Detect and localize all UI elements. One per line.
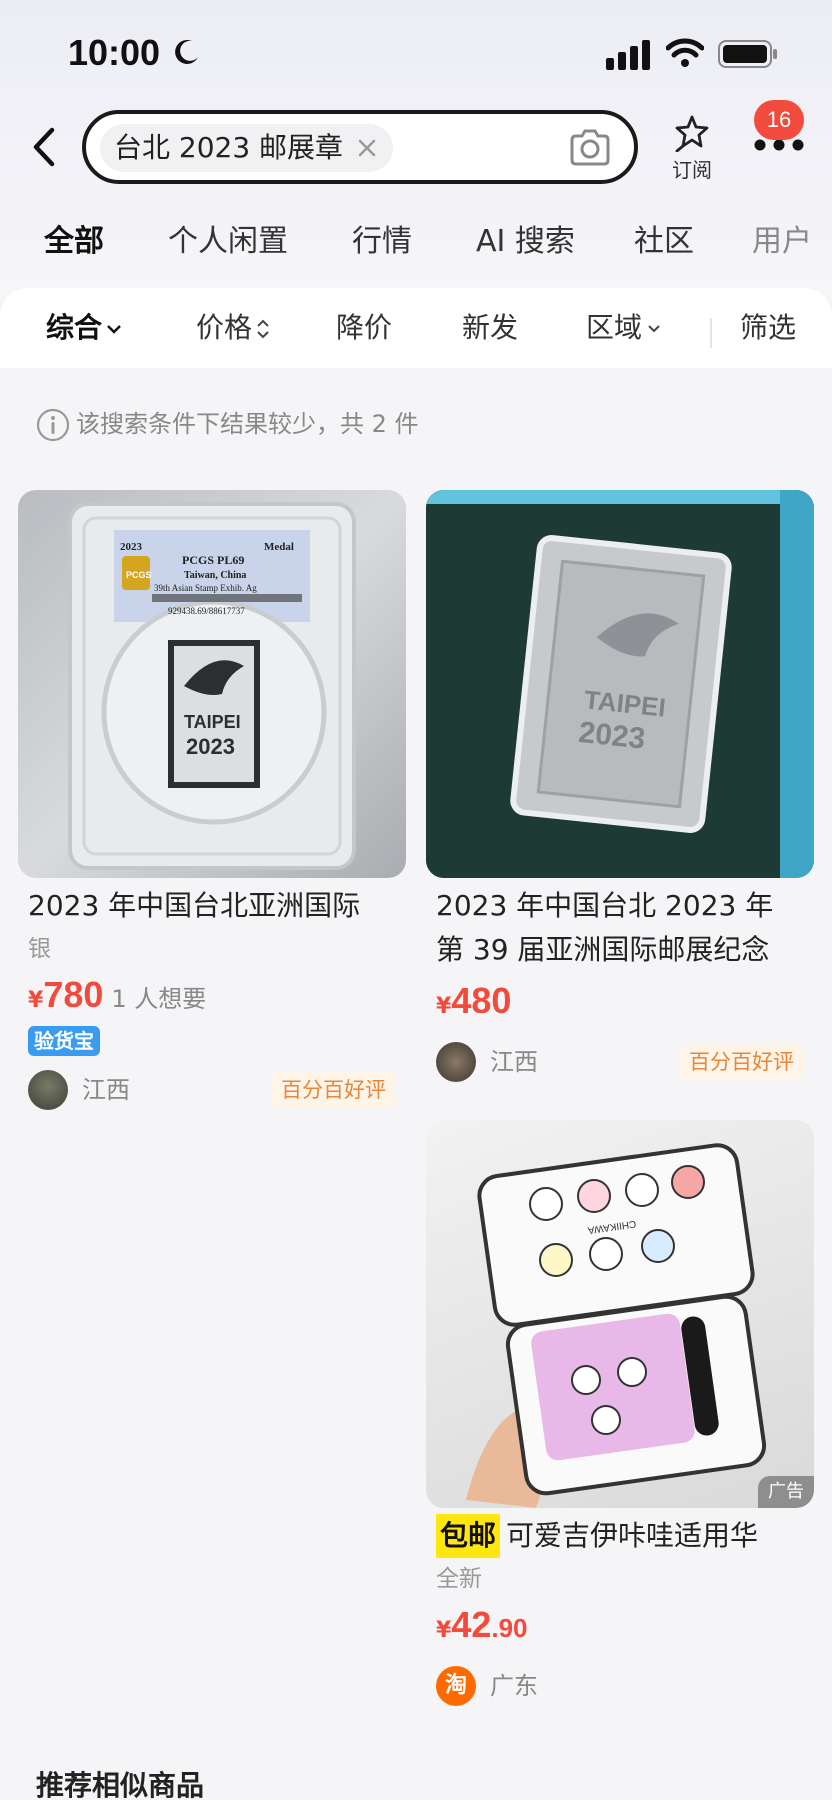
chevron-down-icon bbox=[648, 325, 660, 333]
graded-slab-image: 2023 Medal PCGS PL69 Taiwan, China 39th … bbox=[68, 502, 356, 870]
sort-price-drop[interactable]: 降价 bbox=[336, 306, 392, 350]
product-image[interactable]: TAIPEI 2023 bbox=[426, 490, 814, 878]
similar-products-heading: 推荐相似商品 bbox=[36, 1769, 205, 1800]
tab-users[interactable]: 用户 bbox=[752, 214, 812, 270]
sort-bar: 综合 价格 降价 新发 区域 筛选 bbox=[0, 288, 832, 368]
moon-icon bbox=[175, 39, 198, 64]
sort-region[interactable]: 区域 bbox=[586, 306, 662, 350]
price-currency: ¥ bbox=[436, 994, 452, 1019]
product-card-ad[interactable]: CHIIKAWA 广告 包邮 可爱吉伊咔哇适用华 全新 ¥42.90 淘 广东 bbox=[426, 1120, 814, 1712]
seller-row[interactable]: 淘 广东 bbox=[436, 1662, 804, 1712]
search-query-text: 台北 2023 邮展章 bbox=[114, 131, 344, 164]
slab-kind: Medal bbox=[264, 541, 294, 553]
sort-price[interactable]: 价格 bbox=[196, 306, 270, 350]
product-title[interactable]: 包邮 可爱吉伊咔哇适用华 bbox=[436, 1514, 804, 1558]
rating-badge: 百分百好评 bbox=[271, 1072, 396, 1108]
free-shipping-badge: 包邮 bbox=[436, 1514, 501, 1558]
price-value: 480 bbox=[451, 980, 512, 1021]
product-image[interactable]: CHIIKAWA 广告 bbox=[426, 1120, 814, 1508]
pin-star-icon bbox=[675, 115, 709, 152]
price-row: ¥780 1 人想要 bbox=[28, 974, 396, 1022]
tab-personal-idle[interactable]: 个人闲置 bbox=[168, 214, 288, 270]
price-row: ¥42.90 bbox=[436, 1604, 804, 1652]
tab-all[interactable]: 全部 bbox=[44, 214, 104, 270]
tab-community[interactable]: 社区 bbox=[634, 214, 694, 270]
subscribe-button[interactable]: 订阅 bbox=[664, 114, 720, 184]
taobao-shop-icon: 淘 bbox=[436, 1666, 476, 1706]
notice-text: 该搜索条件下结果较少，共 2 件 bbox=[76, 410, 419, 438]
info-icon bbox=[36, 408, 70, 442]
price-row: ¥480 bbox=[436, 980, 804, 1028]
seller-row[interactable]: 江西 百分百好评 bbox=[436, 1038, 804, 1088]
ad-badge: 广告 bbox=[758, 1476, 814, 1508]
product-title[interactable]: 2023 年中国台北 2023 年 bbox=[436, 884, 804, 928]
seller-region: 江西 bbox=[82, 1076, 130, 1104]
slab-country: Taiwan, China bbox=[184, 570, 246, 581]
subscribe-label: 订阅 bbox=[672, 158, 712, 182]
verify-badge: 验货宝 bbox=[28, 1026, 100, 1056]
seller-region: 广东 bbox=[490, 1672, 538, 1700]
medal-year: 2023 bbox=[186, 734, 235, 759]
battery-icon bbox=[718, 40, 777, 68]
medal-year: 2023 bbox=[577, 716, 647, 756]
product-subtitle: 银 bbox=[28, 936, 51, 962]
slab-desc: 39th Asian Stamp Exhib. Ag bbox=[154, 583, 257, 593]
avatar[interactable] bbox=[436, 1042, 476, 1082]
product-card[interactable]: TAIPEI 2023 2023 年中国台北 2023 年 第 39 届亚洲国际… bbox=[426, 490, 814, 1088]
medal-box-image: TAIPEI 2023 bbox=[426, 490, 814, 878]
sort-updown-icon bbox=[257, 319, 269, 339]
tab-market[interactable]: 行情 bbox=[352, 214, 412, 270]
wants-count: 1 人想要 bbox=[111, 985, 207, 1013]
price-currency: ¥ bbox=[28, 988, 44, 1013]
slab-year: 2023 bbox=[120, 541, 143, 553]
phone-case-image: CHIIKAWA bbox=[466, 1143, 767, 1508]
result-notice: 该搜索条件下结果较少，共 2 件 bbox=[36, 404, 419, 444]
clear-icon[interactable] bbox=[355, 136, 379, 160]
filter-button[interactable]: 筛选 bbox=[740, 306, 796, 350]
notification-badge: 16 bbox=[754, 100, 804, 140]
price-decimal: .90 bbox=[491, 1613, 528, 1643]
sort-comprehensive[interactable]: 综合 bbox=[46, 306, 122, 350]
status-time: 10:00 bbox=[68, 32, 161, 73]
price-currency: ¥ bbox=[436, 1618, 452, 1643]
product-image[interactable]: 2023 Medal PCGS PL69 Taiwan, China 39th … bbox=[18, 490, 406, 878]
product-title-text: 可爱吉伊咔哇适用华 bbox=[506, 1519, 759, 1552]
status-bar: 10:00 bbox=[0, 0, 832, 100]
price-value: 780 bbox=[43, 974, 104, 1015]
tab-ai-search[interactable]: AI 搜索 bbox=[476, 214, 575, 270]
search-input[interactable]: 台北 2023 邮展章 bbox=[82, 110, 638, 184]
wifi-icon bbox=[666, 38, 704, 67]
product-subtitle: 全新 bbox=[436, 1566, 482, 1592]
medal-city: TAIPEI bbox=[184, 712, 241, 732]
signal-icon bbox=[606, 40, 650, 70]
search-query-chip[interactable]: 台北 2023 邮展章 bbox=[100, 124, 394, 172]
slab-grade: PCGS PL69 bbox=[182, 553, 244, 567]
divider bbox=[710, 318, 712, 348]
back-arrow-icon[interactable] bbox=[26, 124, 64, 170]
seller-row[interactable]: 江西 百分百好评 bbox=[28, 1066, 396, 1116]
sort-newest[interactable]: 新发 bbox=[462, 306, 518, 350]
product-title[interactable]: 2023 年中国台北亚洲国际 bbox=[28, 884, 396, 928]
camera-icon[interactable] bbox=[568, 128, 612, 168]
product-title-line2[interactable]: 第 39 届亚洲国际邮展纪念 bbox=[436, 928, 804, 972]
category-tabs: 全部 个人闲置 行情 AI 搜索 社区 用户 bbox=[0, 214, 832, 270]
rating-badge: 百分百好评 bbox=[679, 1044, 804, 1080]
slab-serial: 929438.69/88617737 bbox=[168, 606, 245, 616]
price-value: 42 bbox=[451, 1604, 492, 1645]
seller-region: 江西 bbox=[490, 1048, 538, 1076]
product-card[interactable]: 2023 Medal PCGS PL69 Taiwan, China 39th … bbox=[18, 490, 406, 1116]
avatar[interactable] bbox=[28, 1070, 68, 1110]
chevron-down-icon bbox=[107, 325, 121, 334]
pcgs-logo: PCGS bbox=[126, 570, 152, 580]
